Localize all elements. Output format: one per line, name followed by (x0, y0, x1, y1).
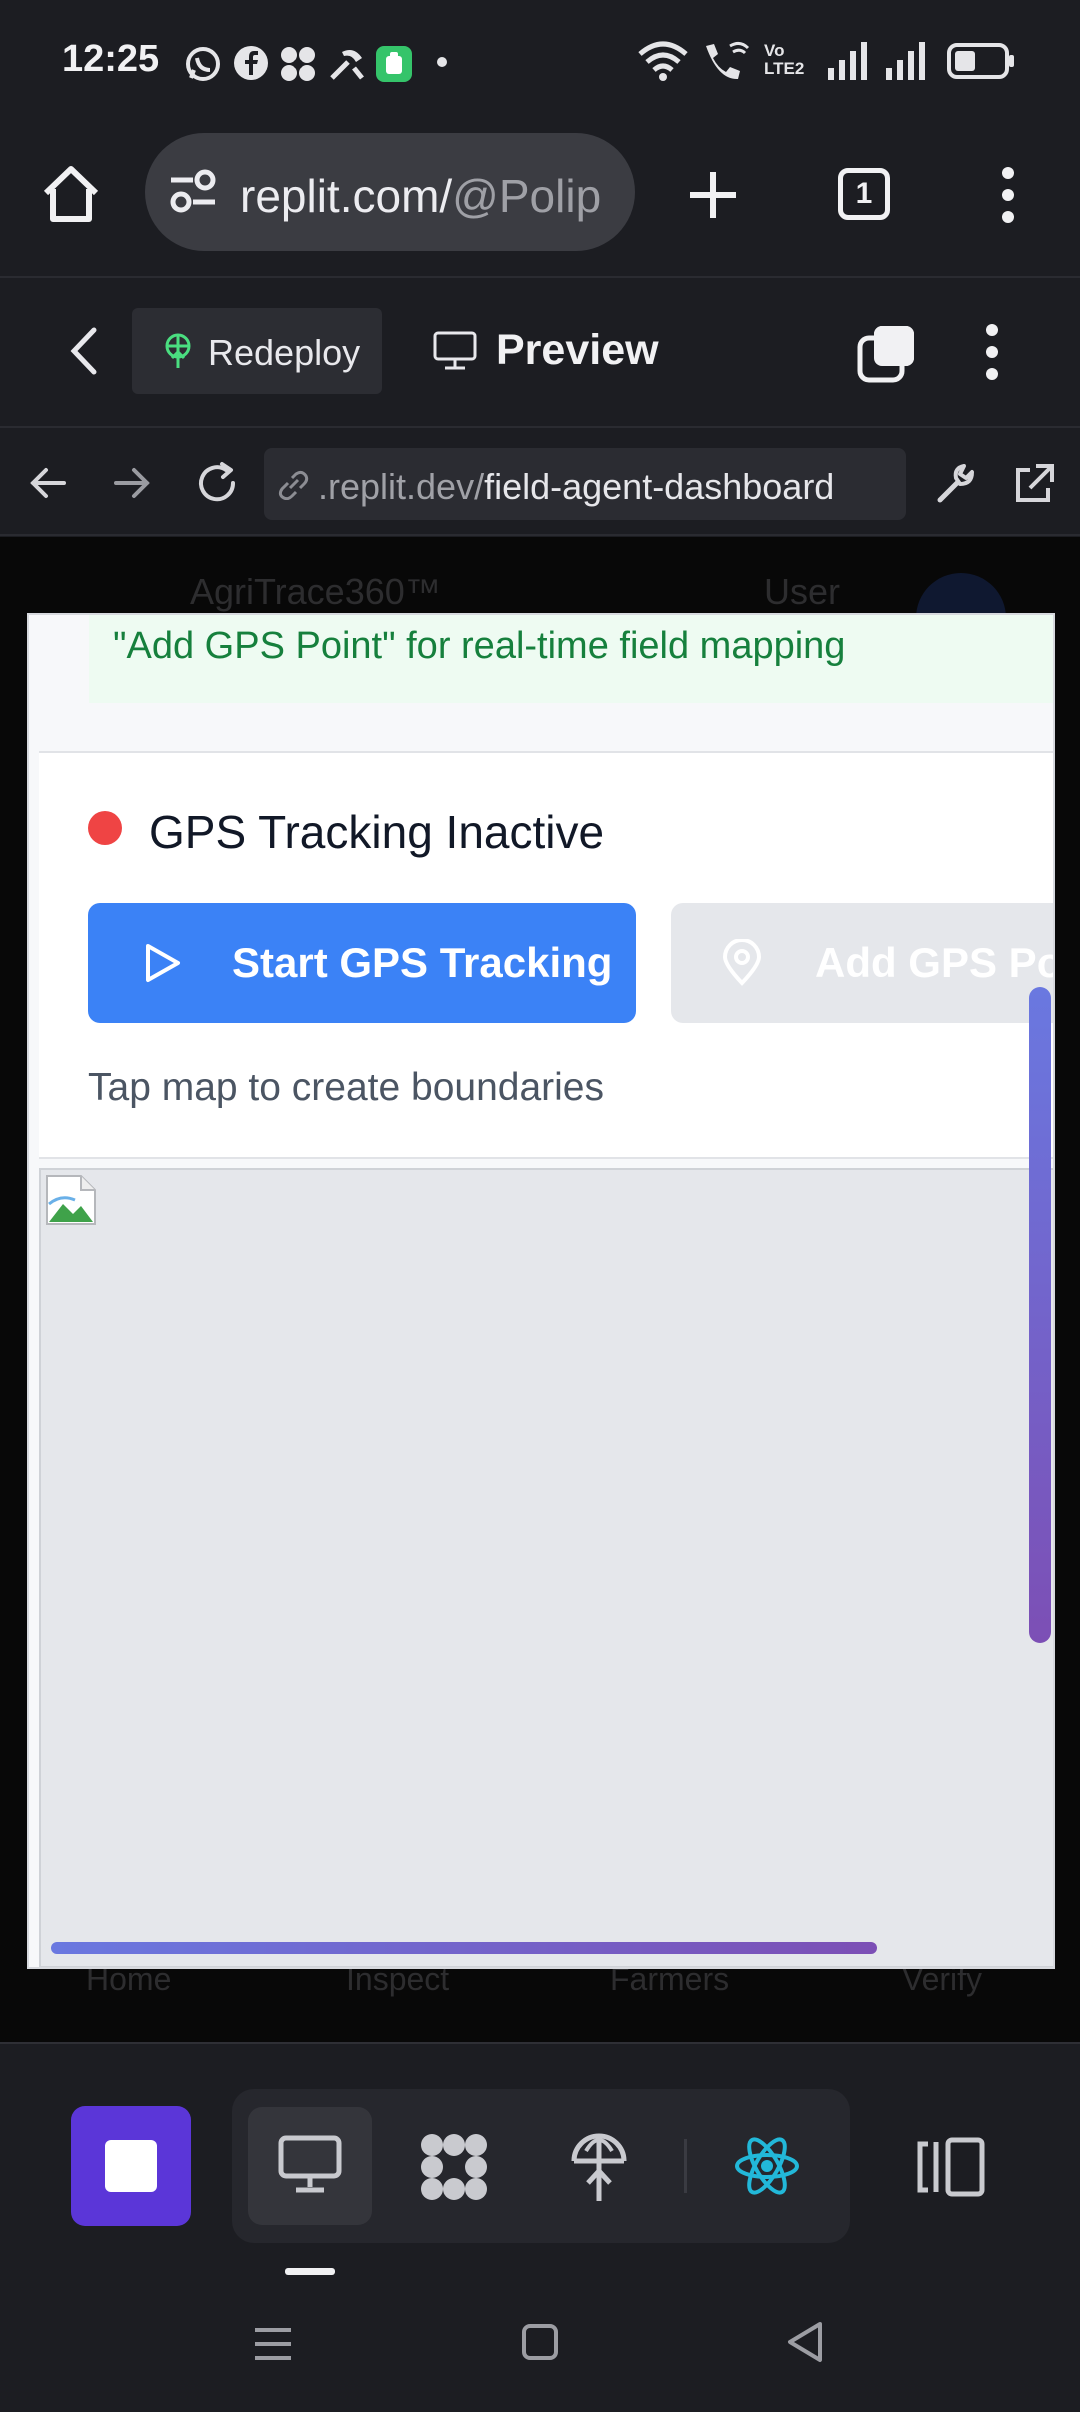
whatsapp-icon (186, 47, 220, 81)
start-gps-tracking-button[interactable]: Start GPS Tracking (88, 903, 636, 1023)
map-pin-icon (722, 939, 762, 986)
home-nav-icon[interactable] (520, 2322, 560, 2362)
menu-icon[interactable] (252, 2324, 294, 2364)
wifi-icon (638, 41, 688, 81)
back-arrow-icon[interactable] (28, 466, 68, 500)
add-button-label: Add GPS Po (815, 939, 1055, 986)
back-nav-icon[interactable] (784, 2320, 826, 2364)
signal-icon (828, 42, 867, 80)
url-host: replit.com/ (240, 170, 453, 222)
preview-url-field[interactable]: .replit.dev/field-agent-dashboard (264, 448, 906, 520)
status-time: 12:25 (62, 38, 160, 80)
open-external-icon[interactable] (1012, 462, 1056, 506)
address-text: replit.com/@Polip (240, 169, 601, 223)
preview-viewport: AgriTrace360™ User Home Inspect Farmers … (0, 537, 1080, 2042)
preview-url-path: field-agent-dashboard (484, 466, 835, 507)
broken-image-icon (46, 1175, 96, 1225)
more-vert-icon[interactable] (996, 165, 1020, 225)
app-icon (281, 47, 315, 81)
preview-nav-bar: .replit.dev/field-agent-dashboard (0, 426, 1080, 536)
gps-status-text: GPS Tracking Inactive (149, 806, 605, 858)
add-gps-point-button[interactable]: Add GPS Po (671, 903, 1055, 1023)
new-tab-icon[interactable] (686, 168, 740, 222)
extensions-icon[interactable] (418, 2131, 490, 2203)
site-settings-icon[interactable] (167, 167, 219, 215)
status-bar: 12:25 Vo LTE2 (0, 0, 1080, 125)
monitor-icon (433, 331, 477, 370)
android-navigation-bar (0, 2282, 1080, 2412)
dot-icon (437, 57, 447, 67)
background-app-name: AgriTrace360™ (190, 571, 441, 612)
link-icon (278, 470, 309, 500)
browser-toolbar: replit.com/@Polip 1 (0, 125, 1080, 275)
map-container[interactable] (39, 1168, 1053, 1967)
stop-button[interactable] (71, 2106, 191, 2226)
horizontal-scrollbar[interactable] (51, 1942, 877, 1954)
preview-tab-title[interactable]: Preview (496, 326, 659, 375)
preview-icon (278, 2135, 342, 2193)
url-path: @Polip (452, 170, 602, 222)
gps-tracking-card: GPS Tracking Inactive Start GPS Tracking… (39, 751, 1055, 1159)
volte-icon: Vo LTE2 (764, 41, 805, 78)
tool-divider (684, 2139, 687, 2193)
redeploy-label: Redeploy (208, 332, 361, 373)
preview-url-host: .replit.dev/ (318, 466, 485, 507)
deploy-icon (165, 333, 191, 368)
vertical-scrollbar[interactable] (1029, 987, 1051, 1643)
more-vert-icon[interactable] (980, 322, 1004, 382)
info-banner: "Add GPS Point" for real-time field mapp… (89, 615, 1053, 703)
preview-url-text: .replit.dev/field-agent-dashboard (318, 466, 834, 508)
redeploy-button[interactable]: Redeploy (132, 308, 382, 394)
tool-group (232, 2089, 850, 2243)
preview-tool-button[interactable] (248, 2107, 372, 2225)
signal-icon (886, 42, 925, 80)
background-user-label: User (764, 571, 841, 612)
address-bar[interactable]: replit.com/@Polip (145, 133, 635, 251)
wrench-icon[interactable] (934, 462, 978, 506)
active-tool-indicator (285, 2268, 335, 2275)
facebook-icon (234, 46, 268, 80)
tab-switcher-button[interactable]: 1 (838, 168, 890, 220)
tabs-icon[interactable] (856, 322, 918, 384)
tools-icon (330, 50, 364, 80)
play-icon (146, 944, 180, 982)
panels-icon[interactable] (914, 2136, 986, 2198)
back-chevron-icon[interactable] (66, 326, 100, 376)
replit-header: Redeploy Preview (0, 276, 1080, 426)
notification-app-icon (376, 46, 412, 82)
stop-icon (105, 2140, 157, 2192)
start-button-label: Start GPS Tracking (232, 939, 613, 986)
banner-text: "Add GPS Point" for real-time field mapp… (113, 625, 846, 667)
react-icon[interactable] (734, 2133, 800, 2199)
app-frame: "Add GPS Point" for real-time field mapp… (27, 613, 1055, 1969)
wifi-calling-icon (706, 41, 750, 80)
status-indicator-dot (88, 811, 122, 845)
home-icon[interactable] (40, 163, 102, 225)
reload-icon[interactable] (194, 460, 240, 506)
battery-icon (947, 43, 1014, 79)
workspace-toolbar (0, 2042, 1080, 2282)
forward-arrow-icon[interactable] (112, 466, 152, 500)
deploy-tool-icon[interactable] (568, 2131, 630, 2205)
map-hint-text: Tap map to create boundaries (88, 1066, 604, 1109)
